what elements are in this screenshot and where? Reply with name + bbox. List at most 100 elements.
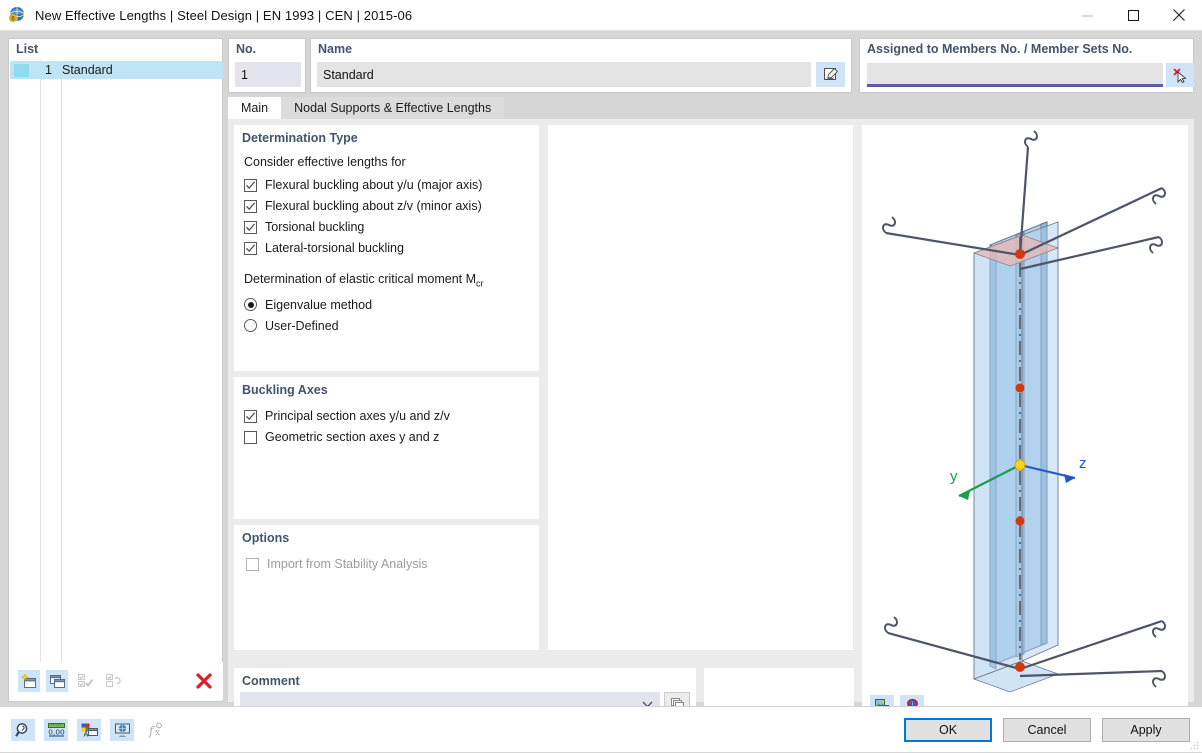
dialog-button-bar: OK Cancel Apply	[904, 717, 1190, 742]
checkbox-torsional[interactable]: Torsional buckling	[244, 220, 539, 234]
title-bar: 6 New Effective Lengths | Steel Design |…	[0, 0, 1202, 31]
middle-panel	[548, 125, 853, 650]
checkbox-principal-axes[interactable]: Principal section axes y/u and z/v	[244, 409, 539, 423]
member-3d-graphic: y z	[882, 130, 1166, 693]
list-column-divider-1	[40, 60, 41, 664]
radio-label: User-Defined	[265, 318, 339, 333]
mcr-subscript: cr	[476, 278, 484, 289]
checkbox-label: Geometric section axes y and z	[265, 430, 440, 444]
list-header: List	[9, 39, 222, 60]
consider-lengths-subtitle: Consider effective lengths for	[244, 155, 406, 169]
name-field-label: Name	[318, 42, 353, 56]
dialog-footer: 0,00 A f x OK Cancel Apply	[0, 706, 1202, 752]
new-item-button[interactable]	[18, 670, 40, 692]
select-all-button[interactable]	[74, 670, 96, 692]
assigned-members-label: Assigned to Members No. / Member Sets No…	[867, 42, 1133, 56]
options-group: Options Import from Stability Analysis	[234, 525, 539, 650]
number-field-label: No.	[236, 42, 257, 56]
tab-content-main: Determination Type Consider effective le…	[228, 119, 1194, 725]
checkbox-icon	[244, 409, 257, 423]
checkbox-label: Import from Stability Analysis	[267, 557, 428, 571]
list-item[interactable]: 1 Standard	[10, 61, 223, 79]
checkbox-icon	[244, 199, 257, 213]
tab-bar: Main Nodal Supports & Effective Lengths	[228, 97, 1194, 119]
checkbox-label: Flexural buckling about z/v (minor axis)	[265, 199, 482, 213]
copy-item-button[interactable]	[46, 670, 68, 692]
colors-window-icon[interactable]: A	[77, 718, 101, 741]
pencil-edit-icon[interactable]	[816, 62, 845, 87]
buckling-axes-title: Buckling Axes	[242, 383, 328, 397]
color-swatch	[14, 63, 29, 77]
name-field-panel: Name	[310, 38, 852, 93]
checkbox-icon	[244, 220, 257, 234]
checkbox-icon	[244, 430, 257, 444]
node-top	[1015, 249, 1025, 259]
window-title: New Effective Lengths | Steel Design | E…	[35, 7, 413, 23]
svg-text:6: 6	[11, 15, 15, 22]
checkbox-flexural-y[interactable]: Flexural buckling about y/u (major axis)	[244, 178, 539, 192]
svg-text:A: A	[83, 730, 88, 738]
render-globe-icon[interactable]	[110, 718, 134, 741]
name-input[interactable]	[317, 62, 811, 87]
delete-item-button[interactable]	[193, 670, 215, 692]
footer-toolbar: 0,00 A f x	[11, 718, 167, 741]
tab-nodal-supports[interactable]: Nodal Supports & Effective Lengths	[281, 97, 505, 119]
radio-label: Eigenvalue method	[265, 297, 373, 312]
invert-selection-button[interactable]	[102, 670, 124, 692]
options-title: Options	[242, 531, 290, 545]
resize-grip[interactable]	[1189, 739, 1199, 750]
number-field-panel: No.	[228, 38, 306, 93]
model-viewport[interactable]: y z i	[862, 125, 1188, 725]
ok-button[interactable]: OK	[904, 717, 992, 742]
mcr-subtitle-text: Determination of elastic critical moment…	[244, 272, 477, 286]
maximize-button[interactable]	[1110, 0, 1156, 31]
close-button[interactable]	[1156, 0, 1202, 31]
mcr-subtitle: Determination of elastic critical moment…	[244, 272, 539, 289]
list-item-number: 1	[45, 63, 52, 77]
node-upper	[1015, 383, 1025, 393]
checkbox-label: Lateral-torsional buckling	[265, 241, 404, 255]
list-toolbar	[10, 662, 223, 700]
checkbox-icon	[244, 241, 257, 255]
tab-main[interactable]: Main	[228, 97, 282, 119]
list-column-divider-2	[61, 60, 62, 664]
checkbox-flexural-z[interactable]: Flexural buckling about z/v (minor axis)	[244, 199, 539, 213]
buckling-axes-group: Buckling Axes Principal section axes y/u…	[234, 377, 539, 519]
number-input[interactable]	[235, 62, 301, 87]
checkbox-icon	[246, 557, 259, 571]
radio-icon	[244, 298, 257, 311]
checkbox-icon	[244, 178, 257, 192]
svg-text:0,00: 0,00	[48, 727, 65, 736]
select-member-cursor-icon[interactable]	[1166, 63, 1194, 87]
window-controls	[1064, 0, 1202, 31]
assigned-members-input[interactable]	[867, 63, 1163, 87]
checkbox-label: Torsional buckling	[265, 220, 365, 234]
radio-icon	[244, 319, 257, 332]
checkbox-label: Flexural buckling about y/u (major axis)	[265, 178, 483, 192]
dialog-body: List 1 Standard No. 1 Name Standard Assi…	[0, 31, 1202, 752]
svg-text:x: x	[155, 728, 160, 738]
ruler-number-icon[interactable]: 0,00	[44, 718, 68, 741]
assigned-members-panel: Assigned to Members No. / Member Sets No…	[859, 38, 1194, 93]
determination-type-group: Determination Type Consider effective le…	[234, 125, 539, 371]
radio-eigenvalue-method[interactable]: Eigenvalue method	[244, 298, 539, 312]
node-bottom	[1015, 662, 1025, 672]
cancel-button[interactable]: Cancel	[1003, 717, 1091, 742]
determination-type-title: Determination Type	[242, 131, 358, 145]
app-sphere-icon: 6	[7, 5, 27, 25]
comment-title: Comment	[242, 674, 300, 688]
list-item-label: Standard	[62, 63, 113, 77]
minimize-button[interactable]	[1064, 0, 1110, 31]
axis-z-label: z	[1079, 455, 1087, 472]
radio-user-defined[interactable]: User-Defined	[244, 319, 539, 333]
list-panel: List 1 Standard	[8, 38, 223, 702]
function-icon[interactable]: f x	[143, 719, 167, 741]
checkbox-label: Principal section axes y/u and z/v	[265, 409, 450, 423]
checkbox-geometric-axes[interactable]: Geometric section axes y and z	[244, 430, 539, 444]
checkbox-import-stability[interactable]: Import from Stability Analysis	[246, 557, 539, 571]
magnifier-icon[interactable]	[11, 718, 35, 741]
checkbox-lateral-torsional[interactable]: Lateral-torsional buckling	[244, 241, 539, 255]
apply-button[interactable]: Apply	[1102, 717, 1190, 742]
axis-y-label: y	[950, 468, 958, 485]
node-lower	[1015, 516, 1025, 526]
